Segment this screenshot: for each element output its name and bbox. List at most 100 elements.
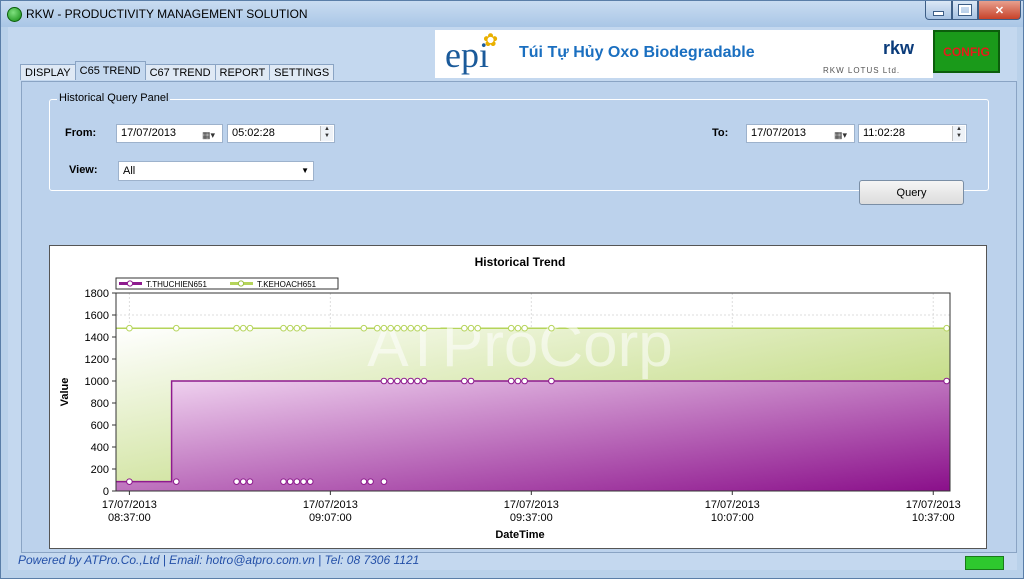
data-point <box>380 377 388 385</box>
close-button[interactable]: ✕ <box>978 1 1021 20</box>
status-indicator <box>965 556 1004 570</box>
calendar-dropdown-icon[interactable]: ▦▾ <box>834 127 851 140</box>
tab-display[interactable]: DISPLAY <box>20 64 76 80</box>
view-select-value: All <box>123 165 136 177</box>
data-point <box>420 377 428 385</box>
data-point <box>548 324 555 332</box>
y-tick-label: 600 <box>91 420 109 432</box>
x-tick-label-date: 17/07/2013 <box>102 499 157 511</box>
spin-updown-icon[interactable]: ▲ ▼ <box>952 126 965 141</box>
data-point <box>367 478 374 485</box>
data-point <box>521 377 528 385</box>
data-point <box>521 324 528 332</box>
y-tick-label: 1400 <box>85 332 109 344</box>
data-point <box>239 324 247 332</box>
data-point <box>467 324 475 332</box>
maximize-icon <box>958 4 972 16</box>
data-point <box>286 324 294 332</box>
y-tick-label: 400 <box>91 442 109 454</box>
chevron-down-icon: ▼ <box>301 166 309 175</box>
data-point <box>420 324 428 332</box>
data-point <box>360 324 368 332</box>
flower-icon: ✿ <box>483 30 499 50</box>
data-point <box>407 377 415 385</box>
window-title: RKW - PRODUCTIVITY MANAGEMENT SOLUTION <box>26 7 308 21</box>
tab-strip: DISPLAY C65 TREND C67 TREND REPORT SETTI… <box>20 61 335 81</box>
maximize-button[interactable] <box>952 1 978 20</box>
x-tick-label-time: 09:37:00 <box>510 512 553 524</box>
data-point <box>300 324 307 332</box>
banner: epi ✿ Túi Tự Hủy Oxo Biodegradable rkw R… <box>435 30 933 78</box>
data-point <box>360 478 368 485</box>
to-date-value: 17/07/2013 <box>751 127 807 139</box>
data-point <box>407 324 415 332</box>
y-tick-label: 1000 <box>85 376 109 388</box>
data-point <box>380 324 388 332</box>
rkw-logo: rkw <box>883 38 915 58</box>
tab-c67-trend[interactable]: C67 TREND <box>144 64 216 80</box>
config-button[interactable]: CONFIG <box>933 30 1000 73</box>
data-point <box>387 377 394 385</box>
data-point <box>280 324 287 332</box>
calendar-dropdown-icon[interactable]: ▦▾ <box>202 127 219 140</box>
area-t.thuchien651 <box>116 381 950 491</box>
x-tick-label-time: 09:07:00 <box>309 512 352 524</box>
close-icon: ✕ <box>994 4 1005 17</box>
data-point <box>286 478 294 485</box>
from-time-picker[interactable]: 05:02:28 ▲ ▼ <box>227 124 335 143</box>
data-point <box>514 377 522 385</box>
from-date-picker[interactable]: 17/07/2013 ▦▾ <box>116 124 223 143</box>
legend-label-plan: T.KEHOACH651 <box>257 280 317 289</box>
x-tick-label-date: 17/07/2013 <box>906 499 961 511</box>
legend-label-actual: T.THUCHIEN651 <box>146 280 207 289</box>
data-point <box>507 324 515 332</box>
data-point <box>548 377 555 385</box>
client-area: epi ✿ Túi Tự Hủy Oxo Biodegradable rkw R… <box>8 27 1017 570</box>
data-point <box>126 324 133 332</box>
data-point <box>943 324 950 332</box>
data-point <box>246 324 254 332</box>
data-point <box>126 478 133 485</box>
data-point <box>467 377 475 385</box>
data-point <box>239 478 247 485</box>
data-point <box>507 377 515 385</box>
data-point <box>172 478 180 485</box>
y-tick-label: 800 <box>91 398 109 410</box>
spin-updown-icon[interactable]: ▲ ▼ <box>320 126 333 141</box>
historical-trend-chart: Historical Trend ATProCorp 0 200 400 600 800… <box>59 255 961 541</box>
data-point <box>514 324 522 332</box>
tab-report[interactable]: REPORT <box>214 64 271 80</box>
chart-box: Historical Trend ATProCorp 0 200 400 600 800… <box>49 245 987 549</box>
tab-settings[interactable]: SETTINGS <box>269 64 335 80</box>
data-point <box>293 324 301 332</box>
legend-marker-actual <box>126 280 134 287</box>
data-point <box>943 377 950 385</box>
panel-title: Historical Query Panel <box>57 92 171 104</box>
to-time-value: 11:02:28 <box>863 127 906 139</box>
data-point <box>233 324 240 332</box>
query-button[interactable]: Query <box>859 180 964 205</box>
y-tick-label: 200 <box>91 464 109 476</box>
chart-title: Historical Trend <box>475 255 566 269</box>
data-point <box>380 478 388 485</box>
to-date-picker[interactable]: 17/07/2013 ▦▾ <box>746 124 855 143</box>
data-point <box>461 324 468 332</box>
data-point <box>461 377 468 385</box>
y-tick-label: 1800 <box>85 288 109 300</box>
y-tick-label: 1200 <box>85 354 109 366</box>
view-select[interactable]: All ▼ <box>118 161 314 181</box>
data-point <box>474 324 482 332</box>
x-tick-label-date: 17/07/2013 <box>504 499 559 511</box>
app-window: RKW - PRODUCTIVITY MANAGEMENT SOLUTION ✕… <box>0 0 1024 579</box>
data-point <box>172 324 180 332</box>
tab-page-c65: Historical Query Panel From: 17/07/2013 … <box>21 81 1017 553</box>
banner-text: Túi Tự Hủy Oxo Biodegradable <box>519 44 755 61</box>
data-point <box>306 478 314 485</box>
data-point <box>400 377 408 385</box>
x-tick-label-time: 08:37:00 <box>108 512 151 524</box>
data-point <box>414 377 421 385</box>
to-time-picker[interactable]: 11:02:28 ▲ ▼ <box>858 124 967 143</box>
tab-c65-trend[interactable]: C65 TREND <box>74 61 146 80</box>
data-point <box>300 478 307 485</box>
minimize-button[interactable] <box>925 1 952 20</box>
